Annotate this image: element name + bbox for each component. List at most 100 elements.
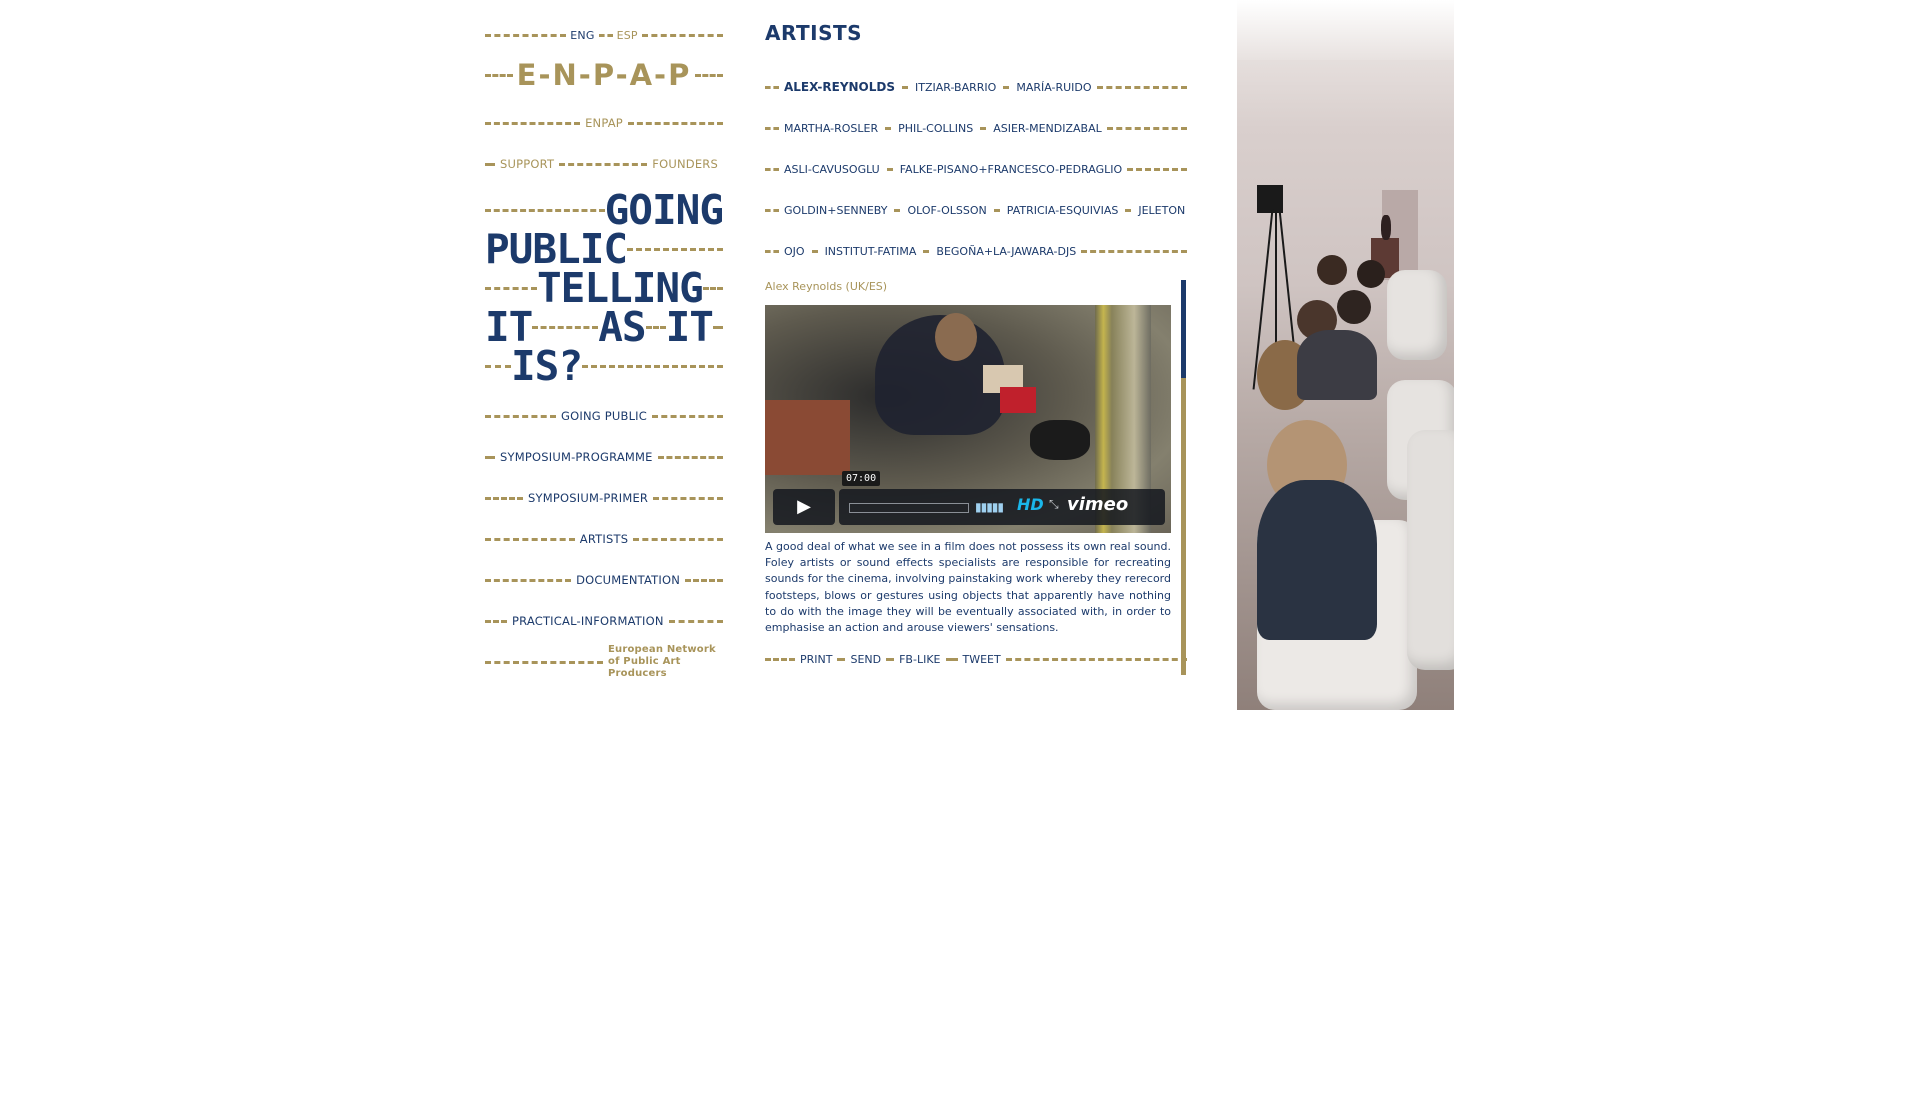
- divider: [485, 162, 495, 166]
- title-word: IS?: [511, 342, 583, 390]
- artist-link-martha-rosler[interactable]: MARTHA-ROSLER: [779, 122, 883, 135]
- founders-link[interactable]: FOUNDERS: [647, 157, 723, 171]
- divider: [485, 578, 572, 582]
- menu-item-symposium-primer[interactable]: SYMPOSIUM-PRIMER: [485, 487, 723, 509]
- photo-detail: [1387, 270, 1447, 360]
- support-link[interactable]: SUPPORT: [495, 157, 559, 171]
- artist-link-itziar-barrio[interactable]: ITZIAR-BARRIO: [910, 81, 1001, 94]
- control-bar: ▮▮▮▮▮ HD ⤡ vimeo: [839, 489, 1165, 525]
- title-line: IS?: [485, 342, 723, 390]
- artist-row: MARTHA-ROSLER PHIL-COLLINS ASIER-MENDIZA…: [765, 117, 1187, 139]
- video-frame-detail: [1030, 420, 1090, 460]
- divider: [1005, 657, 1187, 661]
- artist-link-institut-fatima[interactable]: INSTITUT-FATIMA: [820, 245, 922, 258]
- scrollbar-thumb[interactable]: [1181, 280, 1186, 378]
- video-controls: ▶ ▮▮▮▮▮ HD ⤡ vimeo 07:00: [773, 471, 1165, 525]
- divider: [485, 121, 581, 125]
- photo-detail: [1357, 260, 1385, 288]
- fb-like-link[interactable]: FB-LIKE: [894, 653, 945, 666]
- divider: [923, 249, 930, 253]
- vimeo-logo[interactable]: vimeo: [1067, 494, 1128, 515]
- menu-label[interactable]: SYMPOSIUM-PROGRAMME: [495, 450, 658, 464]
- share-actions: PRINT SEND FB-LIKE TWEET: [765, 648, 1187, 670]
- artist-link-falke-pisano[interactable]: FALKE-PISANO+FRANCESCO-PEDRAGLIO: [895, 163, 1127, 176]
- artist-link-phil-collins[interactable]: PHIL-COLLINS: [893, 122, 978, 135]
- divider: [485, 414, 556, 418]
- divider: [765, 85, 779, 89]
- lang-eng-link[interactable]: ENG: [566, 29, 598, 42]
- divider: [1081, 249, 1187, 253]
- volume-icon[interactable]: ▮▮▮▮▮: [975, 500, 1004, 514]
- play-button[interactable]: ▶: [773, 489, 835, 525]
- divider: [582, 365, 723, 368]
- menu-label[interactable]: GOING PUBLIC: [556, 409, 652, 423]
- divider: [837, 657, 846, 661]
- divider: [485, 496, 523, 500]
- menu-label[interactable]: PRACTICAL-INFORMATION: [507, 614, 669, 628]
- hd-toggle[interactable]: HD: [1017, 495, 1044, 514]
- photo-detail: [1337, 290, 1371, 324]
- video-player[interactable]: ▶ ▮▮▮▮▮ HD ⤡ vimeo 07:00: [765, 305, 1171, 533]
- send-link[interactable]: SEND: [845, 653, 886, 666]
- divider: [765, 126, 779, 130]
- menu-item-practical-information[interactable]: PRACTICAL-INFORMATION: [485, 610, 723, 632]
- fullscreen-icon[interactable]: ⤡: [1049, 497, 1059, 512]
- photo-detail: [1257, 480, 1377, 640]
- play-icon: ▶: [797, 496, 811, 517]
- divider: [1106, 126, 1187, 130]
- title-word: AS: [598, 303, 646, 351]
- menu-item-documentation[interactable]: DOCUMENTATION: [485, 569, 723, 591]
- divider: [485, 33, 567, 37]
- divider: [627, 248, 723, 251]
- network-logo[interactable]: European Network of Public Art Producers: [485, 644, 723, 679]
- artist-link-asier-mendizabal[interactable]: ASIER-MENDIZABAL: [988, 122, 1107, 135]
- menu-item-going-public[interactable]: GOING PUBLIC: [485, 405, 723, 427]
- logo[interactable]: E-N-P-A-P: [485, 56, 724, 94]
- duration-badge: 07:00: [842, 471, 881, 486]
- artist-row: ALEX-REYNOLDS ITZIAR-BARRIO MARÍA-RUIDO: [765, 76, 1187, 98]
- divider: [485, 365, 511, 368]
- main-content: ARTISTS ALEX-REYNOLDS ITZIAR-BARRIO MARÍ…: [765, 18, 1190, 675]
- artist-link-maria-ruido[interactable]: MARÍA-RUIDO: [1011, 81, 1096, 94]
- divider: [886, 657, 895, 661]
- divider: [645, 326, 666, 329]
- lang-esp-link[interactable]: ESP: [613, 29, 642, 42]
- print-link[interactable]: PRINT: [795, 653, 837, 666]
- artist-link-asli-cavusoglu[interactable]: ASLI-CAVUSOGLU: [779, 163, 885, 176]
- divider: [894, 208, 901, 212]
- artist-caption: Alex Reynolds (UK/ES): [765, 280, 888, 293]
- divider: [485, 619, 507, 623]
- divider: [485, 209, 605, 212]
- artist-description: A good deal of what we see in a film doe…: [765, 540, 1171, 635]
- artist-link-begona-la-jawara[interactable]: BEGOÑA+LA-JAWARA-DJS: [931, 245, 1081, 258]
- photo-detail: [1237, 0, 1454, 60]
- symposium-photo: [1237, 0, 1454, 710]
- menu-item-artists[interactable]: ARTISTS: [485, 528, 723, 550]
- menu-item-symposium-programme[interactable]: SYMPOSIUM-PROGRAMME: [485, 446, 723, 468]
- enpap-link[interactable]: ENPAP: [580, 116, 628, 130]
- artist-link-jeleton[interactable]: JELETON: [1133, 204, 1190, 217]
- logo-text: E-N-P-A-P: [516, 58, 692, 92]
- menu-label[interactable]: SYMPOSIUM-PRIMER: [523, 491, 653, 505]
- divider: [702, 287, 723, 290]
- artist-row: ASLI-CAVUSOGLU FALKE-PISANO+FRANCESCO-PE…: [765, 158, 1187, 180]
- divider: [765, 208, 779, 212]
- artist-link-patricia-esquivias[interactable]: PATRICIA-ESQUIVIAS: [1002, 204, 1124, 217]
- menu-label[interactable]: ARTISTS: [575, 532, 633, 546]
- menu-label[interactable]: DOCUMENTATION: [571, 573, 685, 587]
- video-frame-detail: [1000, 387, 1036, 413]
- divider: [668, 619, 723, 623]
- divider: [532, 326, 599, 329]
- tweet-link[interactable]: TWEET: [958, 653, 1006, 666]
- artist-link-olof-olsson[interactable]: OLOF-OLSSON: [902, 204, 991, 217]
- artist-link-goldin-senneby[interactable]: GOLDIN+SENNEBY: [779, 204, 892, 217]
- divider: [485, 287, 537, 290]
- divider: [598, 33, 613, 37]
- artist-link-alex-reynolds[interactable]: ALEX-REYNOLDS: [779, 80, 900, 94]
- scrollbar[interactable]: [1181, 280, 1186, 675]
- video-frame-detail: [935, 313, 977, 361]
- artist-link-ojo[interactable]: OJO: [779, 245, 810, 258]
- nav-enpap-row: ENPAP: [485, 112, 723, 134]
- progress-bar[interactable]: [849, 503, 969, 513]
- divider: [886, 167, 893, 171]
